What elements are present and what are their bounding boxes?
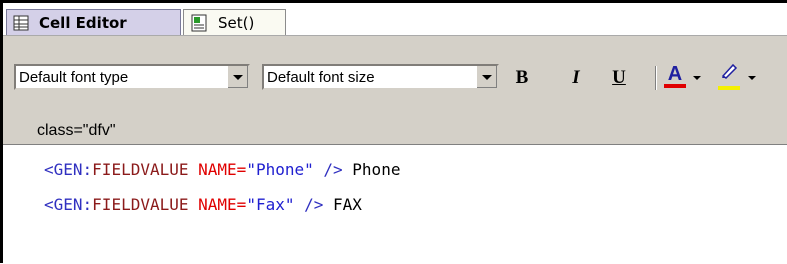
italic-button[interactable]: I	[565, 66, 587, 90]
font-color-swatch	[664, 84, 686, 88]
font-color-button[interactable]: A	[664, 62, 686, 90]
tab-label: Cell Editor	[39, 13, 127, 32]
font-size-value: Default font size	[267, 68, 375, 86]
class-bar	[3, 94, 787, 144]
font-color-icon: A	[667, 63, 683, 85]
font-size-select[interactable]: Default font size	[262, 64, 499, 90]
tab-label: Set()	[218, 13, 255, 32]
highlight-pen-icon	[719, 62, 739, 86]
tab-strip: Cell Editor Set()	[3, 3, 787, 35]
code-line[interactable]: <GEN:FIELDVALUE NAME="Fax" /> FAX	[44, 195, 362, 214]
highlight-dropdown-icon[interactable]	[748, 76, 756, 80]
toolbar-band	[3, 35, 787, 61]
chevron-down-icon[interactable]	[227, 66, 248, 88]
tab-cell-editor[interactable]: Cell Editor	[6, 9, 181, 35]
chevron-down-icon[interactable]	[476, 66, 497, 88]
code-line[interactable]: <GEN:FIELDVALUE NAME="Phone" /> Phone	[44, 160, 400, 179]
highlight-swatch	[718, 86, 740, 90]
script-icon	[190, 14, 208, 32]
highlight-button[interactable]	[718, 62, 740, 90]
tab-set[interactable]: Set()	[183, 9, 286, 35]
bold-button[interactable]: B	[511, 66, 533, 90]
font-color-dropdown-icon[interactable]	[693, 76, 701, 80]
class-attribute-label: class="dfv"	[37, 122, 116, 139]
underline-button[interactable]: U	[608, 66, 630, 90]
grid-icon	[13, 15, 29, 31]
font-type-select[interactable]: Default font type	[14, 64, 250, 90]
toolbar-separator	[655, 66, 656, 90]
font-type-value: Default font type	[19, 68, 129, 86]
